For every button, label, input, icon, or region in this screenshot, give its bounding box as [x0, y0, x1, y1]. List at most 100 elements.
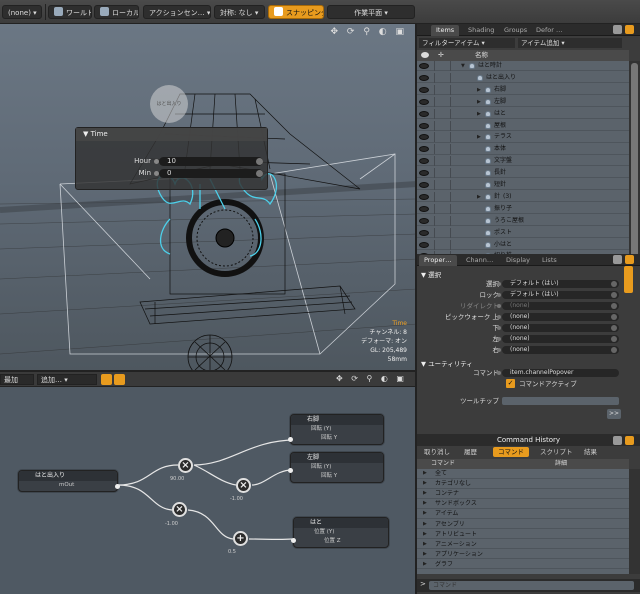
item-row[interactable]: ▶ 針 (3): [417, 191, 629, 203]
local-button[interactable]: ローカル: [94, 5, 139, 19]
eye-icon[interactable]: [419, 182, 429, 188]
expand-arrow-icon[interactable]: ▶: [477, 192, 481, 202]
eye-icon[interactable]: [419, 110, 429, 117]
property-anim-dot[interactable]: [497, 293, 501, 297]
item-row[interactable]: ▶ 左脚: [417, 96, 629, 107]
expand-arrow-icon[interactable]: ▶: [477, 97, 481, 107]
tab-commands[interactable]: コマンド: [493, 447, 529, 457]
history-entry[interactable]: ▶ コンテナ: [417, 489, 629, 499]
work-plane-dropdown[interactable]: 作業平面 ▾: [327, 5, 415, 19]
expand-arrow-icon[interactable]: ▶: [423, 479, 427, 488]
expand-arrow-icon[interactable]: ▶: [423, 530, 427, 539]
snapping-button[interactable]: スナッピング: [268, 5, 324, 19]
tooltip-input[interactable]: [502, 397, 619, 405]
selection-section-header[interactable]: ▼ 選択: [421, 269, 441, 279]
panel-float-icon[interactable]: [625, 25, 634, 34]
property-anim-dot[interactable]: [497, 282, 501, 286]
world-button[interactable]: ワールド: [48, 5, 92, 19]
property-dropdown[interactable]: (none): [502, 346, 619, 354]
tab-deformers[interactable]: Defor …: [531, 25, 568, 36]
history-float-icon[interactable]: [625, 436, 634, 445]
expand-arrow-icon[interactable]: ▼: [461, 61, 465, 71]
command-input-field[interactable]: コマンド: [429, 581, 634, 590]
tab-scripts[interactable]: スクリプト: [535, 447, 578, 457]
min-input[interactable]: 0: [159, 169, 263, 178]
property-dropdown[interactable]: (none): [502, 313, 619, 321]
expand-arrow-icon[interactable]: ▶: [423, 520, 427, 529]
property-dropdown[interactable]: (none): [502, 335, 619, 343]
node-dove-port[interactable]: [291, 538, 296, 543]
item-row[interactable]: 短針: [417, 180, 629, 191]
item-row[interactable]: ▶ テラス: [417, 132, 629, 143]
expand-arrow-icon[interactable]: ▶: [423, 489, 427, 498]
property-anim-dot[interactable]: [497, 337, 501, 341]
history-menu-icon[interactable]: [613, 436, 622, 445]
item-row[interactable]: ポスト: [417, 227, 629, 238]
expand-arrow-icon[interactable]: ▶: [477, 85, 481, 95]
item-row[interactable]: 振り子: [417, 203, 629, 215]
eye-icon[interactable]: [419, 74, 429, 81]
item-row[interactable]: ▶ はと: [417, 108, 629, 119]
node-dove[interactable]: はと 位置 (Y) 位置 Z: [291, 517, 389, 548]
node-left-leg-port[interactable]: [288, 468, 293, 473]
history-entry[interactable]: ▶ アプリケーション: [417, 550, 629, 560]
eye-icon[interactable]: [419, 158, 429, 165]
tab-display[interactable]: Display: [501, 255, 535, 266]
command-anim-dot[interactable]: [497, 371, 501, 375]
min-reset-icon[interactable]: [256, 170, 263, 177]
item-row[interactable]: ▼ はと時計: [417, 61, 629, 72]
node-dove-out[interactable]: はと出入り mOut: [18, 470, 120, 492]
eye-icon[interactable]: [419, 229, 429, 236]
history-entry[interactable]: ▶ アニメーション: [417, 540, 629, 550]
history-entry[interactable]: ▶ カテゴリなし: [417, 479, 629, 489]
item-row[interactable]: はと出入り: [417, 72, 629, 84]
expand-arrow-icon[interactable]: ▶: [423, 540, 427, 549]
history-scrollbar[interactable]: [629, 469, 640, 574]
expand-arrow-icon[interactable]: ▶: [477, 109, 481, 119]
eye-icon[interactable]: [419, 217, 429, 224]
3d-viewport[interactable]: ✥ ⟳ ⚲ ◐ ▣ はと出入り ▼ Time Hour 10 Min 0 Tim…: [0, 24, 417, 370]
node-left-leg[interactable]: 左脚 回転 (Y) 回転 Y: [288, 452, 384, 483]
expand-arrow-icon[interactable]: ▶: [423, 509, 427, 518]
property-dropdown[interactable]: デフォルト (はい): [502, 291, 619, 299]
items-scrollbar[interactable]: [629, 61, 640, 264]
eye-icon[interactable]: [419, 193, 429, 200]
property-dropdown[interactable]: デフォルト (はい): [502, 280, 619, 288]
props-menu-icon[interactable]: [613, 255, 622, 264]
node-right-leg[interactable]: 右脚 回転 (Y) 回転 Y: [288, 414, 384, 445]
filter-items-dropdown[interactable]: フィルターアイテム ▾: [419, 38, 515, 48]
command-input[interactable]: item.channelPopover: [502, 369, 619, 377]
node-right-leg-port[interactable]: [288, 437, 293, 442]
history-entry[interactable]: ▶ 全て: [417, 469, 629, 479]
item-row[interactable]: うろこ屋根: [417, 215, 629, 226]
action-center-dropdown[interactable]: アクションセン… ▾: [143, 5, 211, 19]
expand-arrow-icon[interactable]: ▶: [423, 469, 427, 478]
items-scroll-thumb[interactable]: [631, 63, 638, 262]
eye-icon[interactable]: [419, 205, 429, 212]
eye-icon[interactable]: [419, 98, 429, 105]
multiply-node-3[interactable]: ×: [172, 502, 187, 517]
property-anim-dot[interactable]: [497, 304, 501, 308]
eye-icon[interactable]: [419, 241, 429, 248]
eye-icon[interactable]: [419, 122, 429, 129]
viewport-nav-tools[interactable]: ✥ ⟳ ⚲ ◐ ▣: [331, 27, 407, 37]
eye-icon[interactable]: [419, 86, 429, 93]
item-row[interactable]: 長針: [417, 168, 629, 179]
none-dropdown[interactable]: (none) ▾: [2, 5, 42, 19]
expand-arrow-icon[interactable]: ▶: [423, 499, 427, 508]
props-float-icon[interactable]: [625, 255, 634, 264]
tab-shading[interactable]: Shading: [463, 25, 499, 36]
eye-icon[interactable]: [419, 63, 429, 69]
item-row[interactable]: 屋根: [417, 120, 629, 131]
eye-icon[interactable]: [419, 146, 429, 153]
tab-history[interactable]: 履歴: [459, 447, 482, 457]
symmetry-dropdown[interactable]: 対称: なし ▾: [214, 5, 265, 19]
history-entry[interactable]: ▶ グラフ: [417, 560, 629, 570]
item-row[interactable]: 本体: [417, 144, 629, 155]
utility-section-header[interactable]: ▼ ユーティリティ: [421, 358, 473, 368]
multiply-node-2[interactable]: ×: [236, 478, 251, 493]
node-dove-out-port[interactable]: [115, 484, 120, 489]
eye-icon[interactable]: [419, 134, 429, 141]
item-row[interactable]: 小はと: [417, 239, 629, 250]
history-entry[interactable]: ▶ サンドボックス: [417, 499, 629, 509]
